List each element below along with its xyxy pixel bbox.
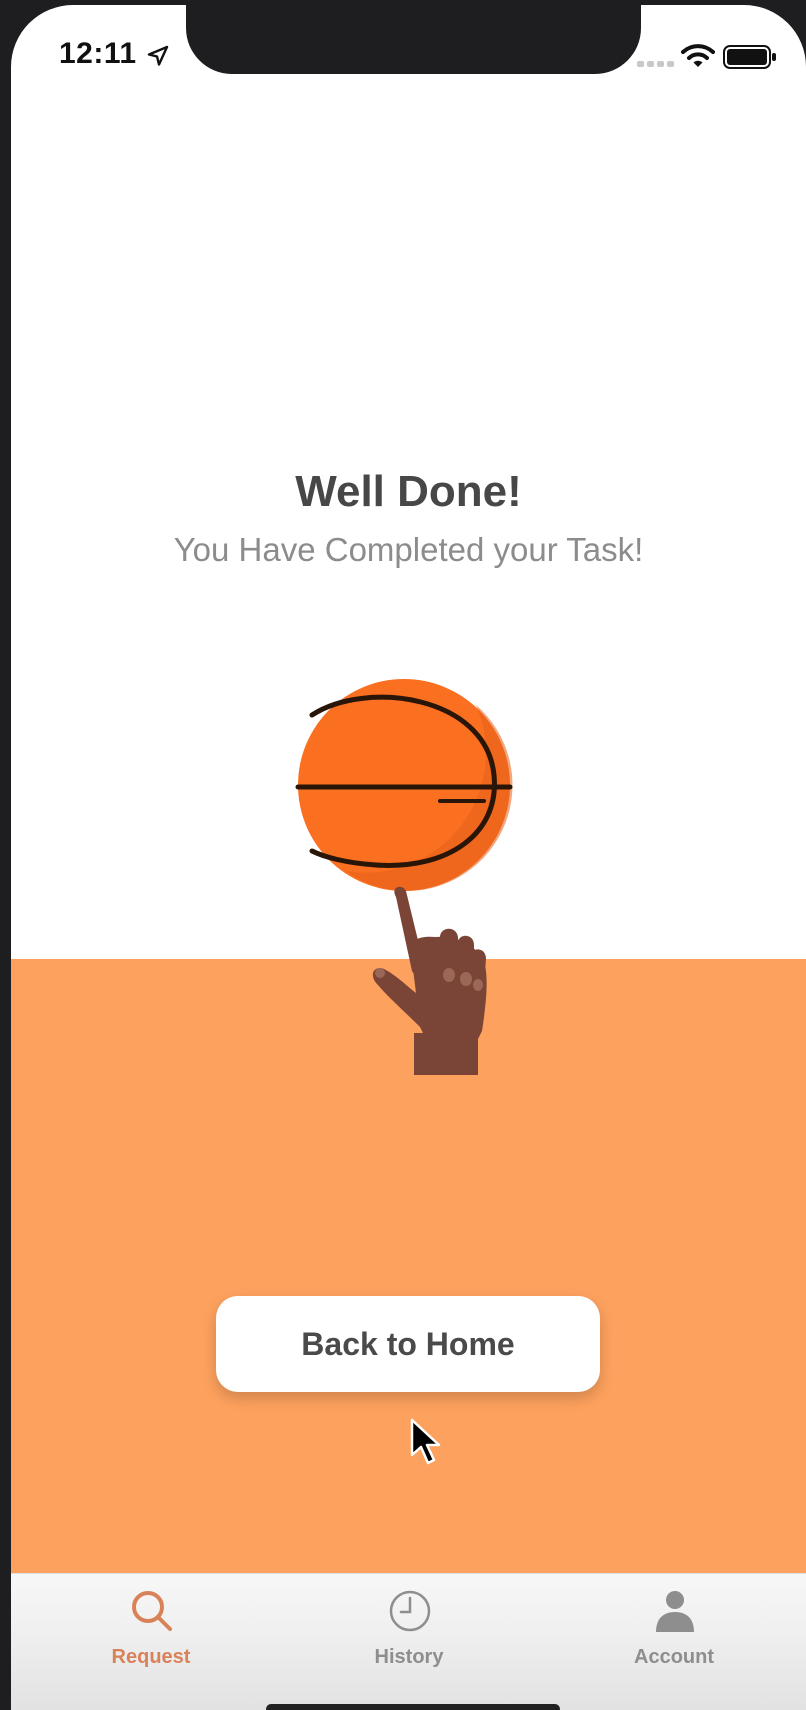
back-to-home-button[interactable]: Back to Home (216, 1296, 600, 1392)
page-subtitle: You Have Completed your Task! (173, 531, 644, 568)
device-notch (186, 5, 641, 74)
wifi-icon (681, 44, 715, 67)
mouse-cursor-icon (410, 1418, 441, 1465)
location-arrow-icon (147, 45, 169, 66)
page-title: Well Done! (295, 467, 522, 516)
clock-icon (389, 1590, 431, 1632)
search-icon (132, 1591, 172, 1631)
tab-label: Request (111, 1646, 191, 1668)
tab-history[interactable]: History (309, 1588, 509, 1698)
tab-request[interactable]: Request (51, 1588, 251, 1698)
tab-bar: Request History Account (11, 1573, 806, 1710)
cellular-signal-icon (637, 61, 674, 67)
tab-account[interactable]: Account (574, 1588, 774, 1698)
tab-label: History (374, 1646, 444, 1668)
status-time: 12:11 (59, 37, 137, 70)
phone-screen: 12:11 Well Done! You Have Completed your… (11, 5, 806, 1710)
person-icon (656, 1591, 694, 1632)
tab-label: Account (634, 1646, 714, 1668)
home-indicator (266, 1704, 560, 1710)
basketball-illustration (295, 679, 513, 1075)
battery-icon (723, 45, 776, 69)
